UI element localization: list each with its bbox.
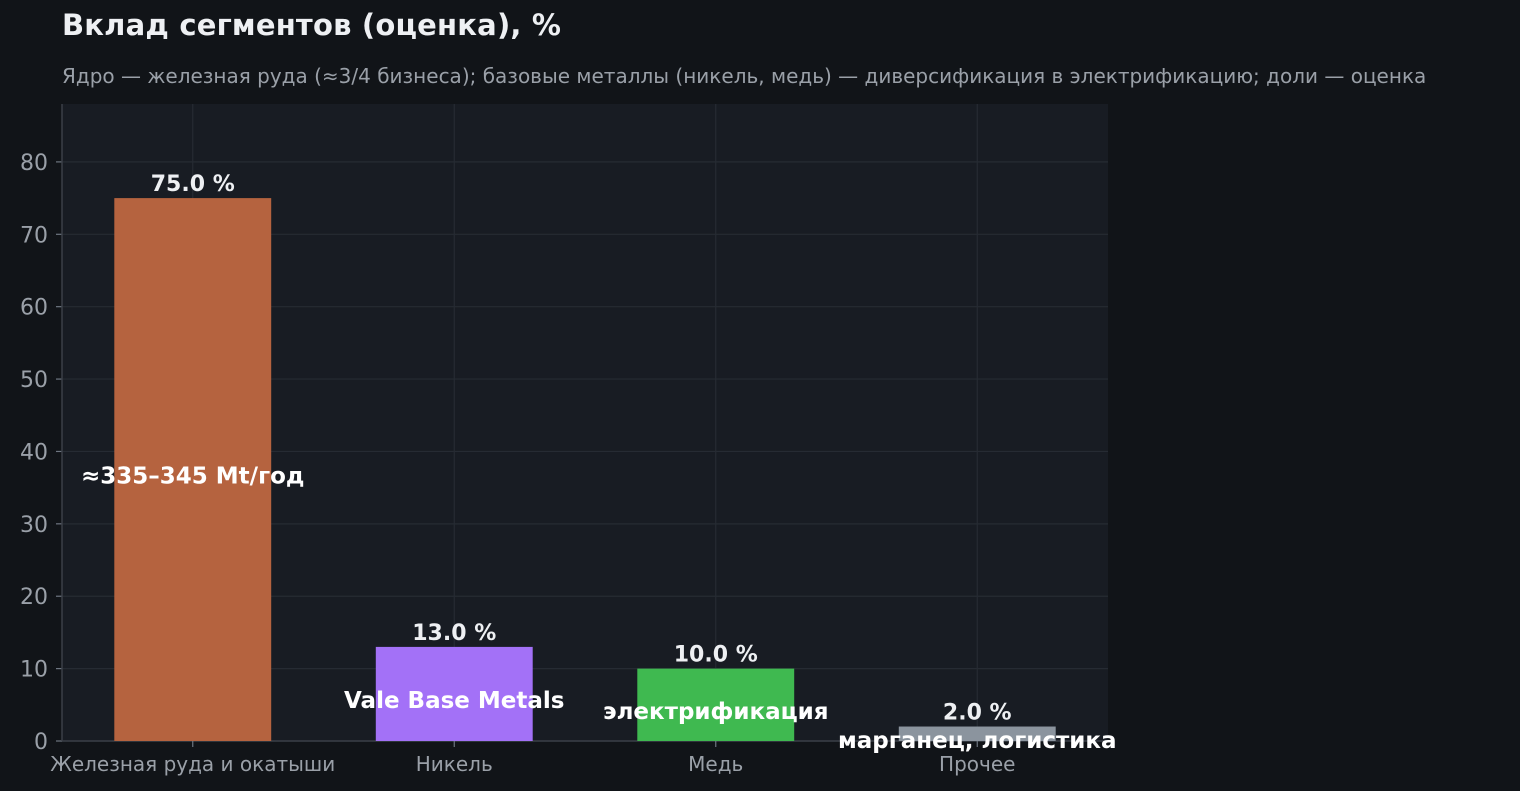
y-tick-label: 0 [34,730,48,755]
y-tick-label: 60 [20,296,48,321]
data-label: 10.0 % [674,643,758,668]
x-tick-label: Медь [688,752,743,776]
bar-annotation: марганец, логистика [838,728,1117,754]
y-tick-label: 30 [20,513,48,538]
y-tick-label: 40 [20,440,48,465]
x-tick-label: Железная руда и окатыши [50,752,335,776]
y-tick-label: 50 [20,368,48,393]
bar-annotation: Vale Base Metals [344,688,564,714]
data-label: 13.0 % [412,621,496,646]
y-tick-label: 20 [20,585,48,610]
y-tick-label: 70 [20,223,48,248]
x-tick-label: Никель [416,752,493,776]
bar-annotation: ≈335–345 Mt/год [81,464,304,490]
y-tick-label: 10 [20,658,48,683]
y-tick-label: 80 [20,151,48,176]
bar-annotation: электрификация [603,699,829,725]
data-label: 2.0 % [943,701,1012,726]
bar-chart: 0 10 20 30 40 50 60 70 80 Железная руда и окатыши… [20,104,1117,776]
data-label: 75.0 % [151,172,235,197]
x-tick-label: Прочее [939,752,1015,776]
